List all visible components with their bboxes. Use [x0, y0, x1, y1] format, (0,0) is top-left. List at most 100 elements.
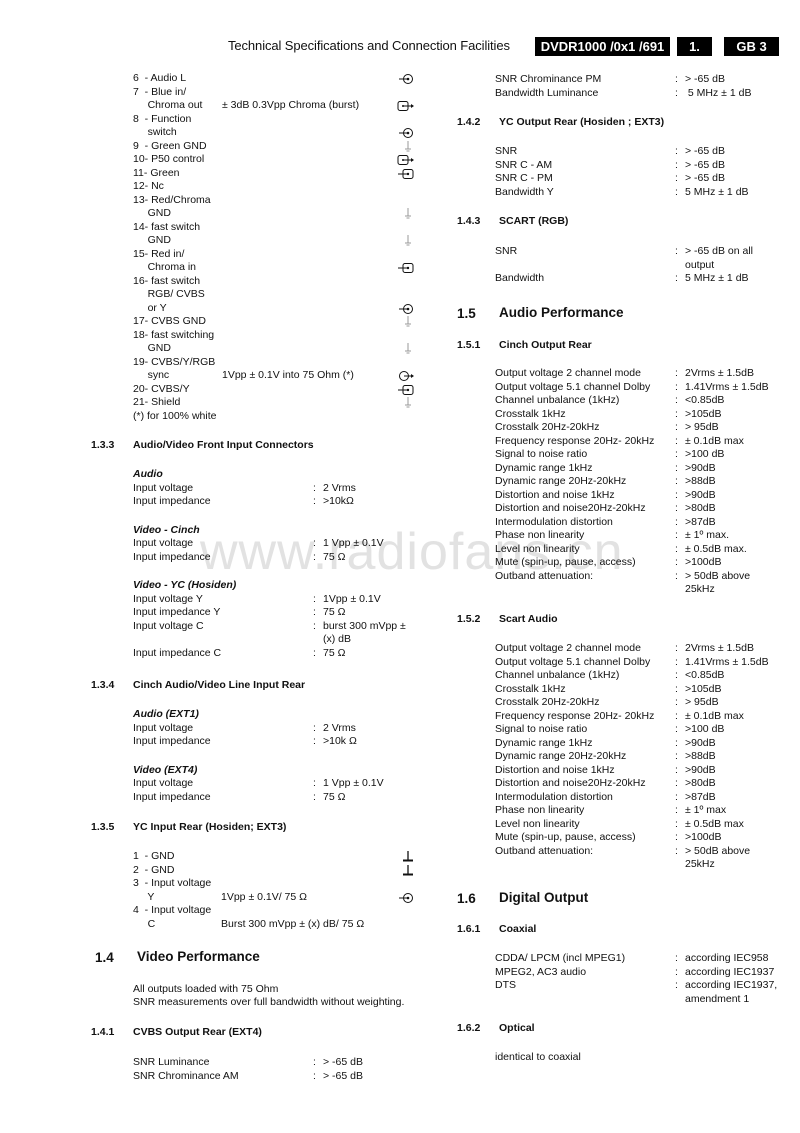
spec-separator: :	[675, 655, 678, 668]
spec-label: Intermodulation distortion	[495, 790, 613, 803]
input-jack-icon	[397, 303, 415, 315]
pin-label: 20- CVBS/Y	[133, 382, 190, 395]
page-number-badge: GB 3	[724, 37, 779, 56]
spec-separator: :	[675, 272, 678, 284]
section-title: Scart Audio	[499, 613, 558, 625]
spec-label: Input voltage C	[133, 619, 204, 632]
section-title: Cinch Audio/Video Line Input Rear	[133, 679, 306, 691]
spec-value: >10k Ω	[323, 735, 357, 747]
spec-label: Distortion and noise 1kHz	[495, 488, 615, 501]
spec-value: <0.85dB	[685, 669, 725, 681]
spec-value: 75 Ω	[323, 646, 346, 659]
pin-spec: 1Vpp ± 0.1V/ 75 Ω	[221, 890, 307, 903]
spec-label: Channel unbalance (1kHz)	[495, 394, 620, 406]
spec-separator: :	[675, 709, 678, 722]
section-number: 1.3.5	[91, 821, 115, 833]
spec-label: Output voltage 5.1 channel Dolby	[495, 655, 651, 668]
pin-label: RGB/ CVBS	[133, 288, 205, 300]
pin-spec: Burst 300 mVpp ± (x) dB/ 75 Ω	[221, 917, 365, 930]
spec-value: <0.85dB	[685, 394, 725, 406]
spec-value: >100 dB	[685, 723, 725, 735]
spec-label: Input impedance	[133, 790, 211, 803]
spec-separator: :	[675, 569, 678, 582]
spec-value: 1.41Vrms ± 1.5dB	[685, 380, 769, 393]
spec-separator: :	[675, 502, 678, 514]
spec-value: ± 1º max	[685, 804, 727, 816]
spec-label: Channel unbalance (1kHz)	[495, 669, 620, 681]
spec-separator: :	[313, 790, 316, 803]
spec-value: > -65 dB	[685, 73, 725, 85]
spec-label: Input impedance Y	[133, 606, 221, 618]
spec-separator: :	[313, 537, 316, 549]
pin-label: GND	[133, 207, 171, 219]
spec-value: > -65 dB	[685, 172, 725, 184]
section-number: 1.5.1	[457, 339, 481, 351]
spec-value: 25kHz	[685, 583, 715, 595]
group-heading: Audio	[133, 468, 163, 480]
spec-value: >90dB	[685, 488, 716, 501]
spec-value: >100dB	[685, 831, 722, 843]
spec-separator: :	[675, 448, 678, 460]
pin-label: 13- Red/Chroma	[133, 193, 211, 206]
spec-label: Outband attenuation:	[495, 844, 594, 857]
spec-separator: :	[675, 542, 678, 555]
spec-value: 2 Vrms	[323, 481, 356, 494]
spec-label: Dynamic range 1kHz	[495, 736, 593, 749]
spec-separator: :	[675, 844, 678, 857]
spec-separator: :	[675, 750, 678, 762]
spec-value: according IEC1937,	[685, 979, 778, 991]
spec-label: SNR C - PM	[495, 172, 553, 184]
ground-icon	[397, 140, 415, 153]
ground-icon	[397, 235, 415, 247]
section-number: 1.6.1	[457, 923, 481, 935]
spec-value: 5 MHz ± 1 dB	[685, 86, 752, 99]
box-input-icon	[397, 262, 415, 274]
pin-label: 17- CVBS GND	[133, 315, 206, 327]
section-number: 1.4.3	[457, 215, 481, 227]
spec-label: Bandwidth Luminance	[495, 86, 599, 99]
spec-label: SNR Chrominance AM	[133, 1069, 239, 1082]
spec-value: amendment 1	[685, 992, 750, 1005]
spec-separator: :	[675, 245, 678, 257]
spec-separator: :	[675, 723, 678, 735]
section-number: 1.4.2	[457, 116, 481, 128]
pin-label: or Y	[133, 301, 167, 314]
spec-label: Level non linearity	[495, 542, 580, 555]
pin-label: Chroma in	[133, 261, 197, 273]
pin-label: 6 - Audio L	[133, 72, 187, 84]
pin-label: 18- fast switching	[133, 328, 215, 341]
pin-spec: 1Vpp ± 0.1V into 75 Ohm (*)	[222, 369, 354, 381]
spec-value: output	[685, 258, 715, 271]
spec-separator: :	[675, 158, 678, 171]
section-title: YC Input Rear (Hosiden; EXT3)	[133, 821, 287, 833]
spec-separator: :	[675, 736, 678, 749]
spec-value: >87dB	[685, 790, 716, 803]
spec-separator: :	[313, 646, 316, 659]
spec-label: Level non linearity	[495, 817, 580, 830]
section-title: Audio Performance	[499, 305, 624, 320]
spec-label: Distortion and noise20Hz-20kHz	[495, 502, 646, 514]
section-title: YC Output Rear (Hosiden ; EXT3)	[499, 116, 665, 128]
spec-value: ± 0.5dB max	[685, 817, 744, 830]
spec-separator: :	[675, 817, 678, 830]
spec-label: MPEG2, AC3 audio	[495, 965, 587, 978]
spec-label: Input voltage	[133, 537, 194, 549]
pin-spec: ± 3dB 0.3Vpp Chroma (burst)	[222, 99, 360, 111]
spec-separator: :	[675, 394, 678, 406]
spec-value: >90dB	[685, 763, 716, 776]
spec-label: Dynamic range 20Hz-20kHz	[495, 750, 627, 762]
input-jack-icon	[397, 127, 415, 139]
pin-label: GND	[133, 234, 171, 246]
spec-value: 5 MHz ± 1 dB	[685, 185, 749, 198]
spec-label: Mute (spin-up, pause, access)	[495, 556, 636, 568]
spec-separator: :	[675, 556, 678, 568]
spec-value: > -65 dB	[685, 158, 725, 171]
pin-label: 16- fast switch	[133, 274, 201, 287]
pin-label: 14- fast switch	[133, 220, 201, 233]
input-jack-icon	[397, 892, 415, 904]
spec-label: Frequency response 20Hz- 20kHz	[495, 434, 655, 447]
spec-separator: :	[675, 380, 678, 393]
spec-separator: :	[313, 619, 316, 632]
spec-value: 2Vrms ± 1.5dB	[685, 642, 754, 654]
spec-label: Input impedance	[133, 735, 211, 747]
